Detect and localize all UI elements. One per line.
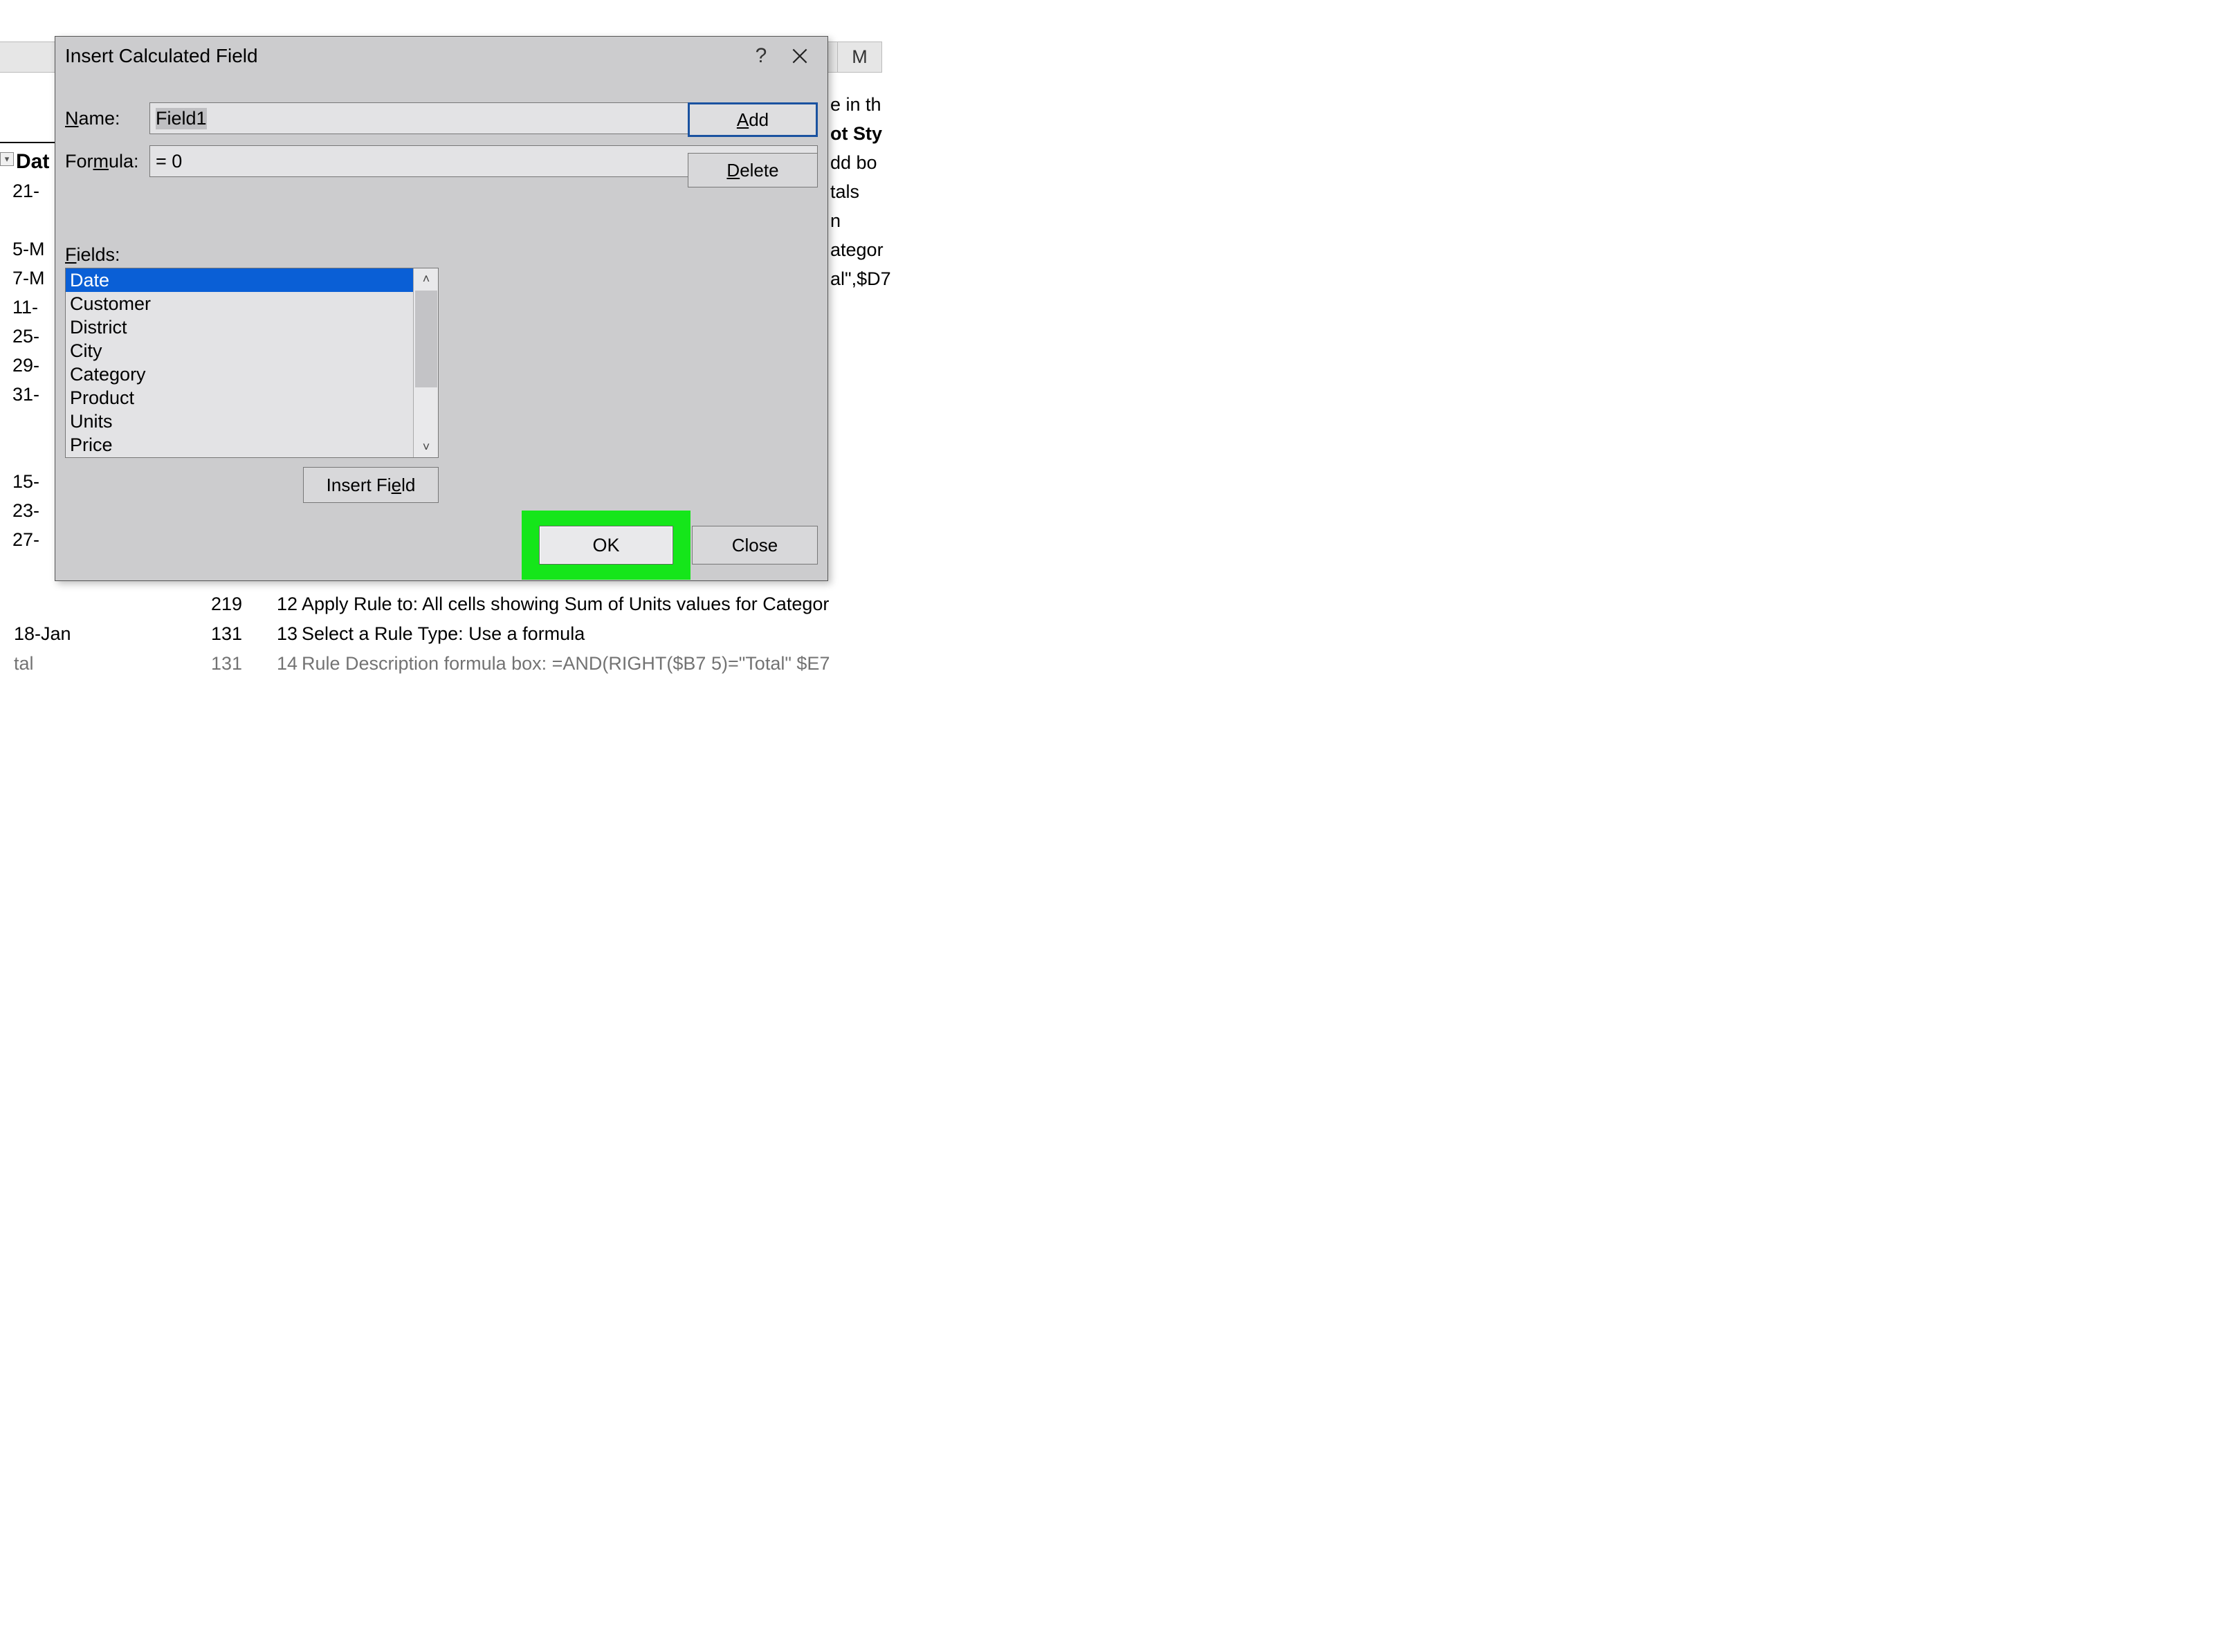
field-item-city[interactable]: City [66, 339, 413, 362]
field-item-product[interactable]: Product [66, 386, 413, 410]
filter-dropdown-icon[interactable]: ▾ [0, 152, 14, 166]
row-fragment: 11- [0, 293, 55, 322]
fields-label: Fields: [65, 244, 120, 266]
field-item-customer[interactable]: Customer [66, 292, 413, 315]
row-fragment: otal [0, 205, 55, 235]
close-button[interactable]: Close [692, 526, 818, 565]
row-fragment: 21- [0, 176, 55, 205]
table-row: tal 131 14 Rule Description formula box:… [14, 649, 882, 679]
scroll-thumb[interactable] [415, 291, 437, 387]
insert-field-button[interactable]: Insert Field [303, 467, 439, 503]
text-fragment: n [830, 206, 882, 235]
fields-scrollbar[interactable]: ˄ ˅ [413, 268, 438, 457]
cell[interactable]: 219 [152, 594, 263, 615]
field-item-district[interactable]: District [66, 315, 413, 339]
row-fragment: 25- [0, 322, 55, 351]
bottom-rows: 219 12 Apply Rule to: All cells showing … [14, 589, 882, 679]
field-item-category[interactable]: Category [66, 362, 413, 386]
left-row-fragments: 21- otal 5-M 7-M 11- 25- 29- 31- otal 15… [0, 176, 55, 583]
name-label: Name: [65, 108, 149, 129]
row-fragment: 5-M [0, 235, 55, 264]
row-fragment: otal [0, 554, 55, 583]
text-fragment: ategor [830, 235, 882, 264]
ok-highlight: OK [522, 511, 690, 580]
scroll-down-icon[interactable]: ˅ [414, 437, 439, 457]
date-column-header-fragment[interactable]: Dat [16, 150, 49, 174]
cell[interactable]: Apply Rule to: All cells showing Sum of … [298, 594, 882, 615]
help-button[interactable]: ? [742, 37, 780, 75]
row-fragment: 27- [0, 525, 55, 554]
close-icon[interactable] [780, 37, 819, 75]
fields-listbox[interactable]: Date Customer District City Category Pro… [65, 268, 439, 458]
cell[interactable]: 12 [263, 594, 298, 615]
scroll-up-icon[interactable]: ˄ [414, 268, 439, 289]
row-fragment: 31- [0, 380, 55, 409]
cell[interactable]: 131 [152, 653, 263, 674]
cell[interactable]: 18-Jan [14, 623, 152, 645]
text-fragment: e in th [830, 90, 882, 119]
text-fragment: ot Sty [830, 119, 882, 148]
text-fragment: dd bo [830, 148, 882, 177]
delete-button[interactable]: Delete [688, 153, 818, 187]
field-item-price[interactable]: Price [66, 433, 413, 457]
formula-label: Formula: [65, 151, 149, 172]
field-item-units[interactable]: Units [66, 410, 413, 433]
field-item-date[interactable]: Date [66, 268, 413, 292]
right-text-fragments: e in th ot Sty dd bo tals n ategor al",$… [830, 90, 882, 293]
row-fragment: otal [0, 409, 55, 438]
add-button[interactable]: Add [688, 102, 818, 137]
text-fragment: al",$D7 [830, 264, 882, 293]
row-fragment: 29- [0, 351, 55, 380]
row-fragment: 23- [0, 496, 55, 525]
row-fragment: 7-M [0, 264, 55, 293]
cell[interactable]: 13 [263, 623, 298, 645]
text-fragment: tals [830, 177, 882, 206]
row-fragment: 15- [0, 467, 55, 496]
cell[interactable]: Select a Rule Type: Use a formula [298, 623, 882, 645]
dialog-title: Insert Calculated Field [65, 45, 742, 67]
cell[interactable]: tal [14, 653, 152, 674]
table-row: 18-Jan 131 13 Select a Rule Type: Use a … [14, 619, 882, 649]
cell[interactable]: 14 [263, 653, 298, 674]
dialog-titlebar[interactable]: Insert Calculated Field ? [55, 37, 827, 75]
cell[interactable]: Rule Description formula box: =AND(RIGHT… [298, 653, 882, 674]
table-row: 219 12 Apply Rule to: All cells showing … [14, 589, 882, 619]
cell[interactable]: 131 [152, 623, 263, 645]
ok-button[interactable]: OK [539, 526, 673, 565]
row-fragment [0, 438, 55, 467]
insert-calculated-field-dialog: Insert Calculated Field ? Name: Formula:… [55, 36, 828, 581]
column-header-M[interactable]: M [837, 42, 882, 73]
